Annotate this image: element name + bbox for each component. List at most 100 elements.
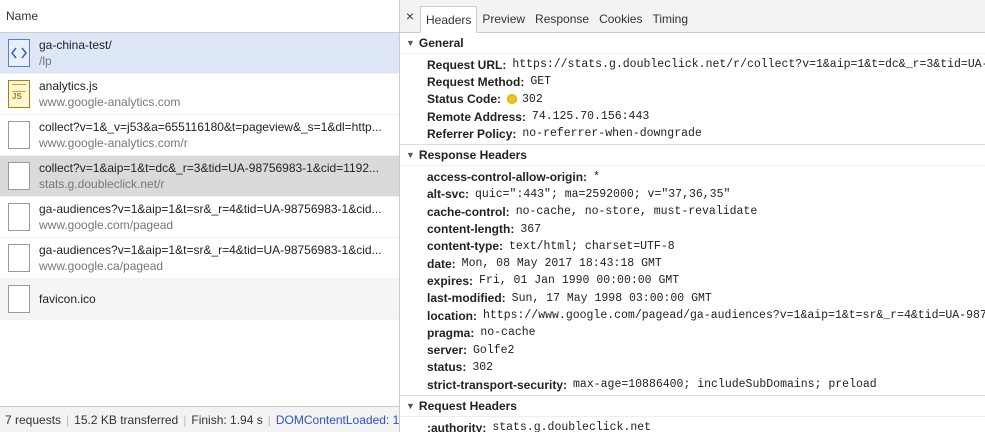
request-name: ga-china-test/ bbox=[39, 38, 112, 52]
header-row: access-control-allow-origin: * bbox=[427, 168, 985, 185]
header-name: content-length: bbox=[427, 222, 515, 237]
details-tab-bar: × Headers Preview Response Cookies Timin… bbox=[400, 0, 985, 33]
request-headers-section-header[interactable]: ▼ Request Headers bbox=[400, 395, 985, 418]
name-column-label: Name bbox=[6, 9, 39, 23]
document-icon bbox=[8, 203, 30, 231]
document-icon bbox=[8, 244, 30, 272]
request-domain: www.google.ca/pagead bbox=[39, 259, 164, 273]
request-name: favicon.ico bbox=[39, 292, 96, 306]
header-value: no-cache bbox=[480, 326, 536, 340]
header-name: Request URL: bbox=[427, 57, 507, 72]
status-dot-icon bbox=[507, 94, 518, 105]
request-domain: /lp bbox=[39, 54, 52, 68]
header-row: content-type: text/html; charset=UTF-8 bbox=[427, 238, 985, 255]
header-row: Request Method: GET bbox=[427, 73, 985, 90]
header-value: no-referrer-when-downgrade bbox=[522, 127, 702, 141]
close-icon[interactable]: × bbox=[400, 0, 420, 32]
header-name: access-control-allow-origin: bbox=[427, 170, 588, 185]
request-row[interactable]: JS analytics.js www.google-analytics.com bbox=[0, 74, 399, 115]
header-row: date: Mon, 08 May 2017 18:43:18 GMT bbox=[427, 255, 985, 272]
response-headers-section: ▼ Response Headers access-control-allow-… bbox=[400, 144, 985, 395]
header-name: location: bbox=[427, 308, 477, 323]
triangle-down-icon: ▼ bbox=[406, 150, 415, 161]
request-row-selected[interactable]: collect?v=1&aip=1&t=dc&_r=3&tid=UA-98756… bbox=[0, 156, 399, 197]
header-name: status: bbox=[427, 360, 467, 375]
header-value: Golfe2 bbox=[473, 343, 515, 357]
document-icon bbox=[8, 121, 30, 149]
header-row: strict-transport-security: max-age=108864… bbox=[427, 376, 985, 393]
request-list-panel: Name ga-china-test/ /lp JS analytics.js … bbox=[0, 0, 400, 432]
request-count: 7 requests bbox=[5, 412, 62, 427]
header-name: Status Code: bbox=[427, 92, 502, 107]
header-name: Request Method: bbox=[427, 74, 525, 89]
document-icon bbox=[8, 285, 30, 313]
header-row: status: 302 bbox=[427, 359, 985, 376]
tab-headers[interactable]: Headers bbox=[420, 6, 478, 33]
header-value: max-age=10886400; includeSubDomains; pre… bbox=[573, 378, 877, 392]
header-name: expires: bbox=[427, 273, 474, 288]
header-value: 302 bbox=[472, 360, 494, 374]
tab-cookies[interactable]: Cookies bbox=[594, 6, 647, 32]
header-name: last-modified: bbox=[427, 291, 506, 306]
request-row[interactable]: ga-audiences?v=1&aip=1&t=sr&_r=4&tid=UA-… bbox=[0, 238, 399, 279]
header-value: 74.125.70.156:443 bbox=[531, 110, 650, 124]
request-headers-section: ▼ Request Headers :authority: stats.g.dou… bbox=[400, 395, 985, 432]
request-name: ga-audiences?v=1&aip=1&t=sr&_r=4&tid=UA-… bbox=[39, 202, 382, 216]
document-icon bbox=[8, 162, 30, 190]
name-column-header[interactable]: Name bbox=[0, 0, 399, 33]
header-value: quic=":443"; ma=2592000; v="37,36,35" bbox=[475, 187, 731, 201]
header-name: alt-svc: bbox=[427, 187, 470, 202]
header-name: Remote Address: bbox=[427, 109, 526, 124]
section-title: General bbox=[418, 36, 464, 50]
request-list: ga-china-test/ /lp JS analytics.js www.g… bbox=[0, 33, 399, 320]
general-section-header[interactable]: ▼ General bbox=[400, 33, 985, 54]
tab-timing[interactable]: Timing bbox=[647, 6, 693, 32]
header-value: * bbox=[593, 170, 600, 184]
request-row[interactable]: collect?v=1&_v=j53&a=655116180&t=pagevie… bbox=[0, 115, 399, 156]
triangle-down-icon: ▼ bbox=[406, 401, 415, 412]
section-title: Response Headers bbox=[418, 148, 527, 163]
header-value: Sun, 17 May 1998 03:00:00 GMT bbox=[511, 291, 712, 305]
response-headers-section-header[interactable]: ▼ Response Headers bbox=[400, 144, 985, 167]
header-row: Referrer Policy: no-referrer-when-downgra… bbox=[427, 125, 985, 142]
header-value: text/html; charset=UTF-8 bbox=[509, 239, 675, 253]
header-name: server: bbox=[427, 343, 468, 358]
header-row: location: https://www.google.com/pagead/g… bbox=[427, 307, 985, 324]
header-row: Remote Address: 74.125.70.156:443 bbox=[427, 108, 985, 125]
general-section: ▼ General Request URL: https://stats.g.do… bbox=[400, 33, 985, 144]
header-name: strict-transport-security: bbox=[427, 377, 568, 392]
header-row: :authority: stats.g.doubleclick.net bbox=[427, 419, 985, 432]
tab-response[interactable]: Response bbox=[530, 6, 594, 32]
header-row: pragma: no-cache bbox=[427, 324, 985, 341]
header-name: Referrer Policy: bbox=[427, 126, 517, 141]
header-row: server: Golfe2 bbox=[427, 341, 985, 358]
request-row[interactable]: ga-china-test/ /lp bbox=[0, 33, 399, 74]
header-row: alt-svc: quic=":443"; ma=2592000; v="37,3… bbox=[427, 186, 985, 203]
header-name: cache-control: bbox=[427, 204, 510, 219]
header-value: https://www.google.com/pagead/ga-audienc… bbox=[483, 309, 985, 322]
finish-time: Finish: 1.94 s bbox=[191, 412, 263, 427]
header-value: no-cache, no-store, must-revalidate bbox=[515, 205, 758, 219]
request-name: ga-audiences?v=1&aip=1&t=sr&_r=4&tid=UA-… bbox=[39, 243, 382, 257]
request-name: collect?v=1&aip=1&t=dc&_r=3&tid=UA-98756… bbox=[39, 161, 380, 175]
request-name: analytics.js bbox=[39, 79, 98, 93]
html-file-icon bbox=[8, 39, 30, 67]
header-value: https://stats.g.doubleclick.net/r/collec… bbox=[512, 58, 985, 72]
header-row: cache-control: no-cache, no-store, must-r… bbox=[427, 203, 985, 220]
header-value: stats.g.doubleclick.net bbox=[492, 421, 652, 432]
header-row: Status Code: 302 bbox=[427, 91, 985, 108]
header-row: expires: Fri, 01 Jan 1990 00:00:00 GMT bbox=[427, 272, 985, 289]
request-row[interactable]: favicon.ico bbox=[0, 279, 399, 320]
network-status-bar: 7 requests | 15.2 KB transferred | Finis… bbox=[0, 406, 399, 432]
header-value: 302 bbox=[522, 92, 543, 106]
triangle-down-icon: ▼ bbox=[406, 38, 415, 48]
domcontentloaded-time: DOMContentLoaded: 1... bbox=[275, 412, 399, 427]
request-domain: www.google-analytics.com/r bbox=[39, 136, 188, 150]
header-row: last-modified: Sun, 17 May 1998 03:00:00 … bbox=[427, 290, 985, 307]
header-name: content-type: bbox=[427, 239, 503, 254]
header-row: Request URL: https://stats.g.doubleclick.… bbox=[427, 56, 985, 73]
request-row[interactable]: ga-audiences?v=1&aip=1&t=sr&_r=4&tid=UA-… bbox=[0, 197, 399, 238]
request-name: collect?v=1&_v=j53&a=655116180&t=pagevie… bbox=[39, 120, 382, 134]
header-value: Mon, 08 May 2017 18:43:18 GMT bbox=[461, 257, 662, 271]
tab-preview[interactable]: Preview bbox=[477, 6, 530, 32]
